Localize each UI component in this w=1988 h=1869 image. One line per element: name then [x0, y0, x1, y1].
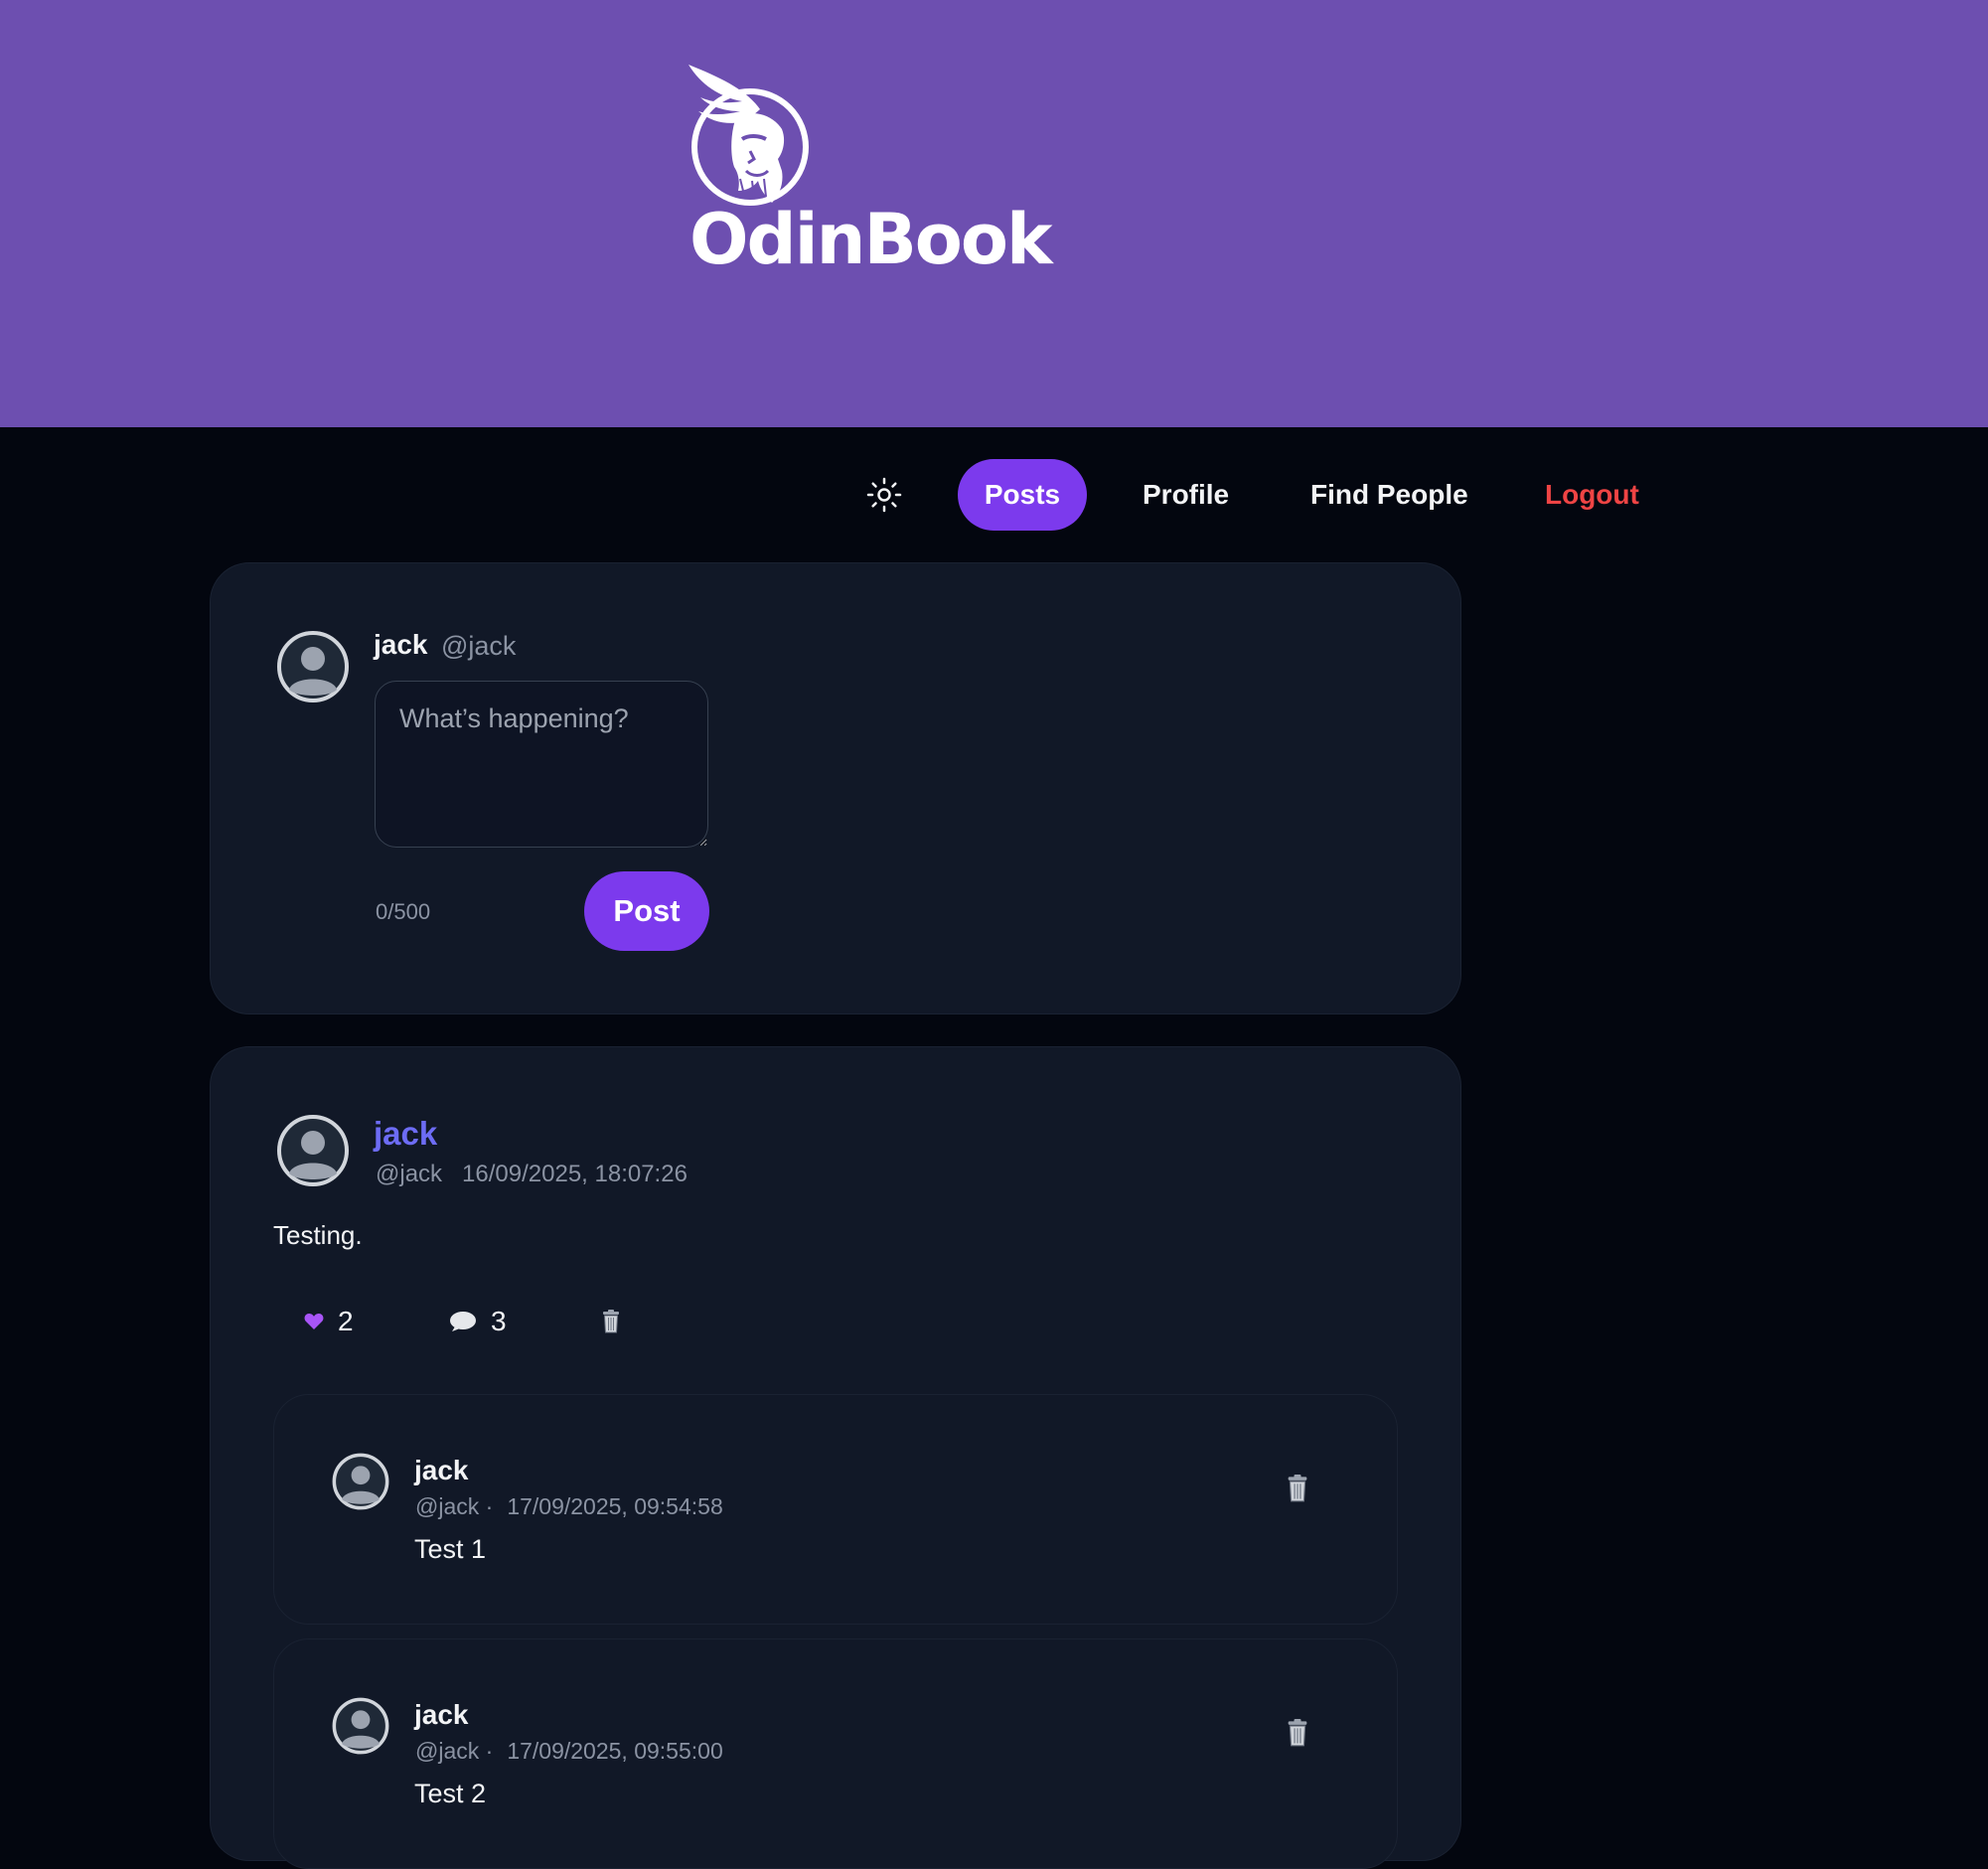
post-meta: @jack 16/09/2025, 18:07:26: [376, 1161, 688, 1188]
comment-meta: @jack · 17/09/2025, 09:54:58: [415, 1493, 723, 1520]
header-banner: OdinBook: [0, 0, 1988, 427]
comment-item: jack @jack · 17/09/2025, 09:54:58 Test 1: [273, 1394, 1398, 1625]
nav-profile[interactable]: Profile: [1143, 459, 1229, 531]
comment-item: jack @jack · 17/09/2025, 09:55:00 Test 2: [273, 1638, 1398, 1869]
avatar[interactable]: [276, 630, 350, 703]
post-actions: 2 3: [304, 1302, 701, 1341]
post-composer: jack @jack 0/500 Post: [210, 562, 1461, 1014]
delete-post-button[interactable]: [602, 1302, 620, 1341]
avatar[interactable]: [332, 1697, 389, 1755]
nav-posts[interactable]: Posts: [958, 459, 1087, 531]
comment-timestamp: 17/09/2025, 09:55:00: [507, 1738, 723, 1764]
sun-icon[interactable]: [866, 477, 902, 513]
avatar[interactable]: [276, 1114, 350, 1187]
comment-body: Test 1: [414, 1534, 487, 1564]
comment-count: 3: [491, 1306, 507, 1336]
comment-meta: @jack · 17/09/2025, 09:55:00: [415, 1738, 723, 1765]
main-nav: Posts Profile Find People Logout: [0, 459, 1988, 531]
comment-button[interactable]: 3: [449, 1302, 507, 1341]
site-logo[interactable]: OdinBook: [676, 60, 1053, 280]
comment-body: Test 2: [414, 1779, 487, 1808]
like-count: 2: [338, 1306, 354, 1336]
post-body: Testing.: [273, 1220, 363, 1250]
nav-find-people[interactable]: Find People: [1310, 459, 1468, 531]
post-button[interactable]: Post: [584, 871, 709, 951]
post-timestamp: 16/09/2025, 18:07:26: [462, 1161, 688, 1187]
composer-handle: @jack: [441, 631, 517, 661]
composer-username: jack: [374, 629, 428, 660]
brand-wordmark: OdinBook: [689, 199, 1053, 280]
comment-handle: @jack ·: [415, 1738, 494, 1764]
post-handle: @jack: [376, 1161, 443, 1187]
viking-logo-icon: [688, 65, 809, 206]
comment-timestamp: 17/09/2025, 09:54:58: [507, 1493, 723, 1519]
nav-logout[interactable]: Logout: [1545, 459, 1639, 531]
comment-handle: @jack ·: [415, 1493, 494, 1519]
feed-post: jack @jack 16/09/2025, 18:07:26 Testing. …: [210, 1046, 1461, 1869]
heart-icon: [304, 1314, 324, 1329]
like-button[interactable]: 2: [304, 1302, 354, 1341]
trash-icon[interactable]: [1286, 1475, 1309, 1502]
trash-icon[interactable]: [1286, 1719, 1309, 1747]
post-textarea[interactable]: [375, 681, 708, 848]
comment-author: jack: [414, 1699, 469, 1730]
speech-bubble-icon: [450, 1312, 476, 1331]
avatar[interactable]: [332, 1453, 389, 1510]
character-counter: 0/500: [376, 899, 431, 924]
post-author-link[interactable]: jack: [374, 1115, 437, 1153]
comment-author: jack: [414, 1455, 469, 1485]
trash-icon: [603, 1310, 619, 1333]
